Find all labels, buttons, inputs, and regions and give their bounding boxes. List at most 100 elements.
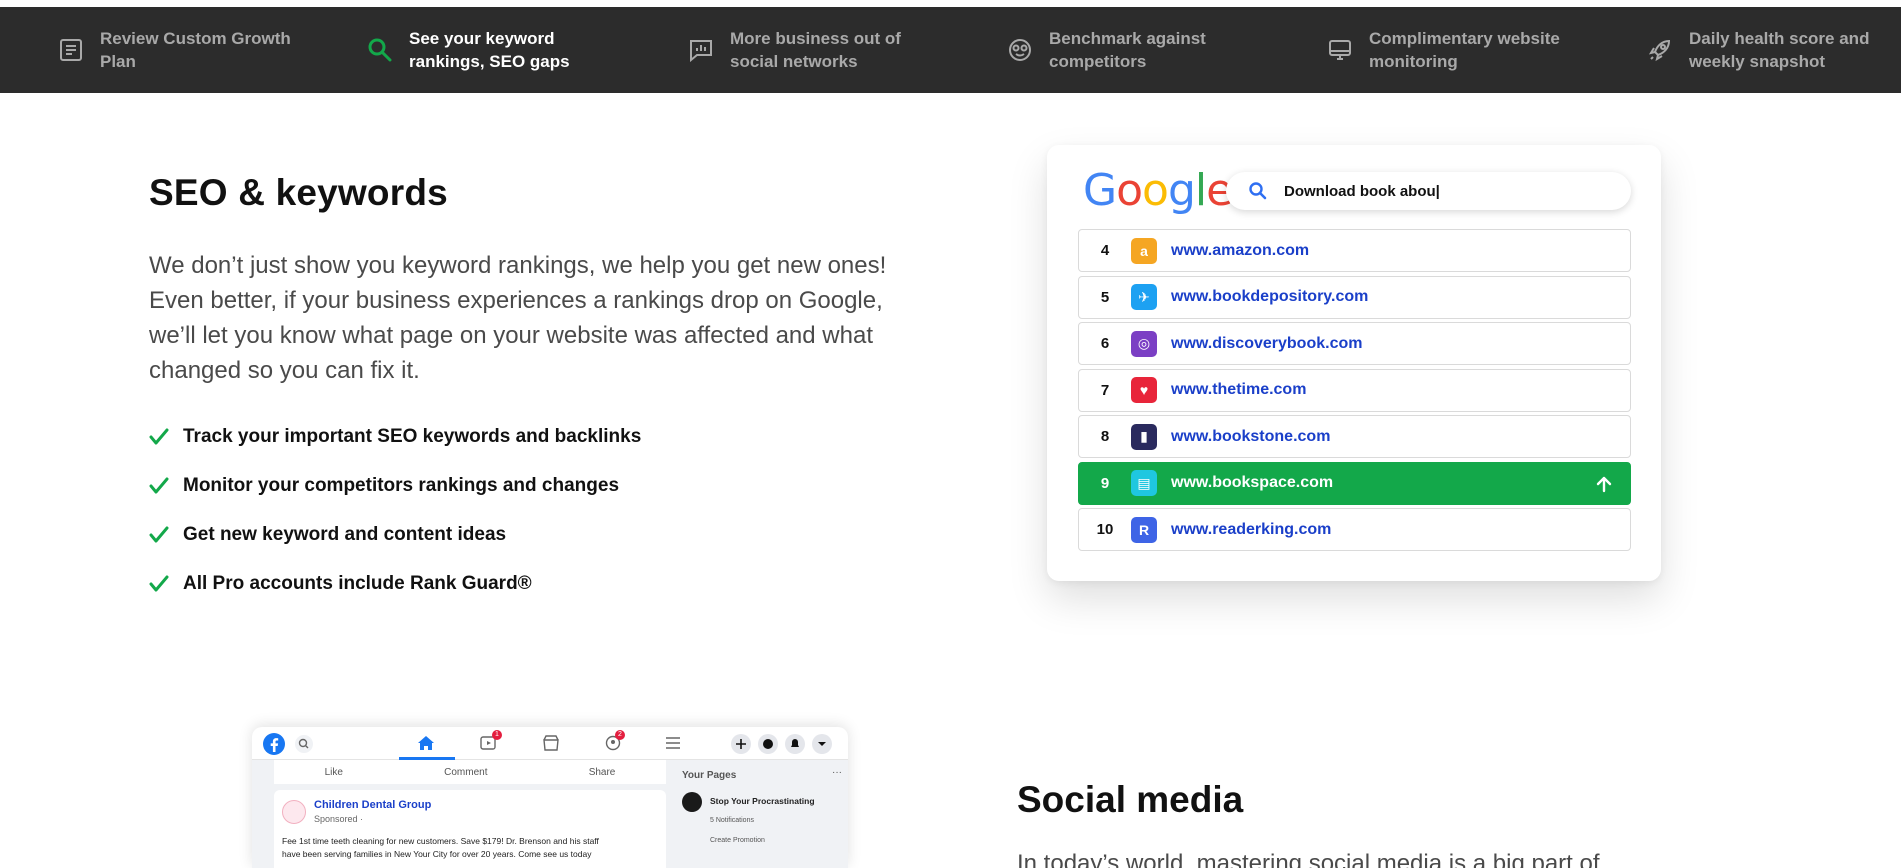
result-url: www.bookstone.com (1171, 427, 1331, 445)
marketplace-icon (543, 735, 559, 751)
list-item-label: Monitor your competitors rankings and ch… (183, 474, 620, 496)
avatar (282, 800, 306, 824)
sidebar-title: Your Pages (682, 770, 737, 781)
search-icon (1249, 182, 1267, 200)
list-item: Track your important SEO keywords and ba… (149, 412, 641, 461)
nav-item-keyword-rankings[interactable]: See your keyword rankings, SEO gaps (365, 7, 619, 93)
logo-letter: l (1194, 165, 1207, 216)
plus-icon (731, 734, 751, 754)
notification-badge: 1 (492, 730, 502, 740)
post-author: Children Dental Group (314, 799, 432, 811)
list-item-label: Track your important SEO keywords and ba… (183, 425, 642, 447)
search-result-row: 10 Rwww.readerking.com (1078, 508, 1631, 551)
site-favicon-icon: ✈ (1131, 284, 1157, 310)
monitor-icon (1325, 35, 1355, 65)
result-rank: 7 (1100, 381, 1110, 399)
result-rank: 9 (1100, 474, 1110, 492)
search-result-row: 9 ▤ www.bookspace.com (1078, 461, 1631, 505)
facebook-feed: Like Comment Share Children Dental Group… (252, 760, 672, 868)
nav-item-website-monitoring[interactable]: Complimentary website monitoring (1325, 7, 1579, 93)
home-icon (418, 736, 434, 750)
nav-item-label: Daily health score and weekly snapshot (1689, 29, 1870, 71)
sponsored-post: Children Dental Group Sponsored · Fee 1s… (274, 790, 666, 868)
nav-item-label: Review Custom Growth Plan (100, 29, 291, 71)
list-item: Get new keyword and content ideas (149, 510, 641, 559)
seo-feature-list: Track your important SEO keywords and ba… (149, 412, 641, 608)
result-url: www.readerking.com (1171, 520, 1332, 538)
feature-nav: Review Custom Growth Plan See your keywo… (0, 7, 1901, 93)
site-favicon-icon: ◎ (1131, 330, 1157, 357)
post-text: have been serving families in New Your C… (282, 849, 592, 859)
nav-item-label: Complimentary website monitoring (1369, 29, 1560, 71)
messenger-icon (758, 734, 778, 754)
site-favicon-icon: ▤ (1131, 470, 1157, 496)
site-favicon-icon: R (1131, 516, 1157, 543)
post-actions-bar: Like Comment Share (274, 760, 666, 784)
search-result-row: 7 ♥ www.thetime.com (1078, 368, 1631, 412)
result-url: www.discoverybook.com (1171, 334, 1363, 352)
search-icon (365, 35, 395, 65)
result-url: www.amazon.com (1171, 241, 1310, 259)
seo-section-description: We don’t just show you keyword rankings,… (149, 252, 887, 384)
sidebar-page-name: Stop Your Procrastinating (710, 796, 815, 806)
like-button: Like (324, 766, 343, 778)
facebook-top-bar: 1 2 (252, 727, 848, 760)
share-button: Share (588, 766, 616, 778)
result-rank: 5 (1100, 288, 1110, 306)
nav-item-growth-plan[interactable]: Review Custom Growth Plan (56, 7, 310, 93)
social-section-description: In today’s world, mastering social media… (1017, 850, 1600, 868)
search-result-row: 4 a www.amazon.com (1078, 229, 1631, 272)
google-logo: Google (1083, 165, 1233, 216)
seo-section-title: SEO & keywords (149, 172, 448, 213)
result-url: www.bookdepository.com (1171, 288, 1369, 305)
search-result-row: 6 ◎ www.discoverybook.com (1078, 322, 1631, 365)
result-rank: 8 (1100, 428, 1110, 445)
rocket-icon (1645, 35, 1675, 65)
check-icon (149, 428, 169, 444)
bell-icon (785, 734, 805, 754)
list-item: Monitor your competitors rankings and ch… (149, 461, 641, 510)
list-item-label: All Pro accounts include Rank Guard® (183, 572, 532, 594)
post-text: Fee 1st time teeth cleaning for new cust… (282, 836, 599, 846)
page-avatar (682, 792, 702, 812)
nav-item-label: More business out of social networks (730, 29, 901, 71)
sidebar-notifications: 5 Notifications (710, 817, 754, 824)
result-url: www.thetime.com (1171, 381, 1307, 398)
nav-item-label: Benchmark against competitors (1049, 29, 1206, 71)
result-rank: 6 (1100, 335, 1110, 352)
sidebar-promotion: Create Promotion (710, 837, 765, 844)
list-item: All Pro accounts include Rank Guard® (149, 559, 641, 608)
list-item-label: Get new keyword and content ideas (183, 523, 507, 545)
facebook-sidebar: Your Pages ··· Stop Your Procrastinating… (672, 760, 848, 868)
result-rank: 4 (1100, 242, 1110, 259)
search-result-row: 5 ✈ www.bookdepository.com (1078, 275, 1631, 319)
social-section-title: Social media (1017, 779, 1244, 820)
search-bar: Download book abou| (1226, 172, 1631, 210)
nav-item-label: See your keyword rankings, SEO gaps (409, 29, 570, 71)
check-icon (149, 526, 169, 542)
logo-letter: o (1142, 165, 1169, 216)
site-favicon-icon: a (1131, 237, 1157, 264)
result-rank: 10 (1096, 521, 1114, 538)
glasses-face-icon (1005, 35, 1035, 65)
search-icon (295, 735, 313, 753)
bar-chart-icon (686, 35, 716, 65)
arrow-up-icon (1596, 476, 1612, 492)
result-url: www.bookspace.com (1171, 474, 1334, 491)
post-sponsored-label: Sponsored · (314, 814, 364, 824)
more-icon: ··· (832, 767, 842, 778)
chevron-down-icon (812, 734, 832, 754)
search-query-text: Download book abou| (1284, 182, 1440, 200)
comment-button: Comment (444, 766, 488, 778)
nav-item-health-score[interactable]: Daily health score and weekly snapshot (1645, 7, 1899, 93)
logo-letter: G (1083, 165, 1117, 216)
nav-item-benchmark[interactable]: Benchmark against competitors (1005, 7, 1259, 93)
notification-badge: 2 (615, 730, 625, 740)
document-list-icon (56, 35, 86, 65)
logo-letter: o (1116, 165, 1143, 216)
nav-item-social-networks[interactable]: More business out of social networks (686, 7, 940, 93)
search-results-list: 4 a www.amazon.com 5 ✈ www.bookdepository.com… (1078, 229, 1631, 555)
google-results-illustration: Google Download book abou| 4 a www.amazon.… (1047, 145, 1661, 581)
site-favicon-icon: ▮ (1131, 423, 1157, 450)
search-result-row: 8 ▮ www.bookstone.com (1078, 415, 1631, 458)
